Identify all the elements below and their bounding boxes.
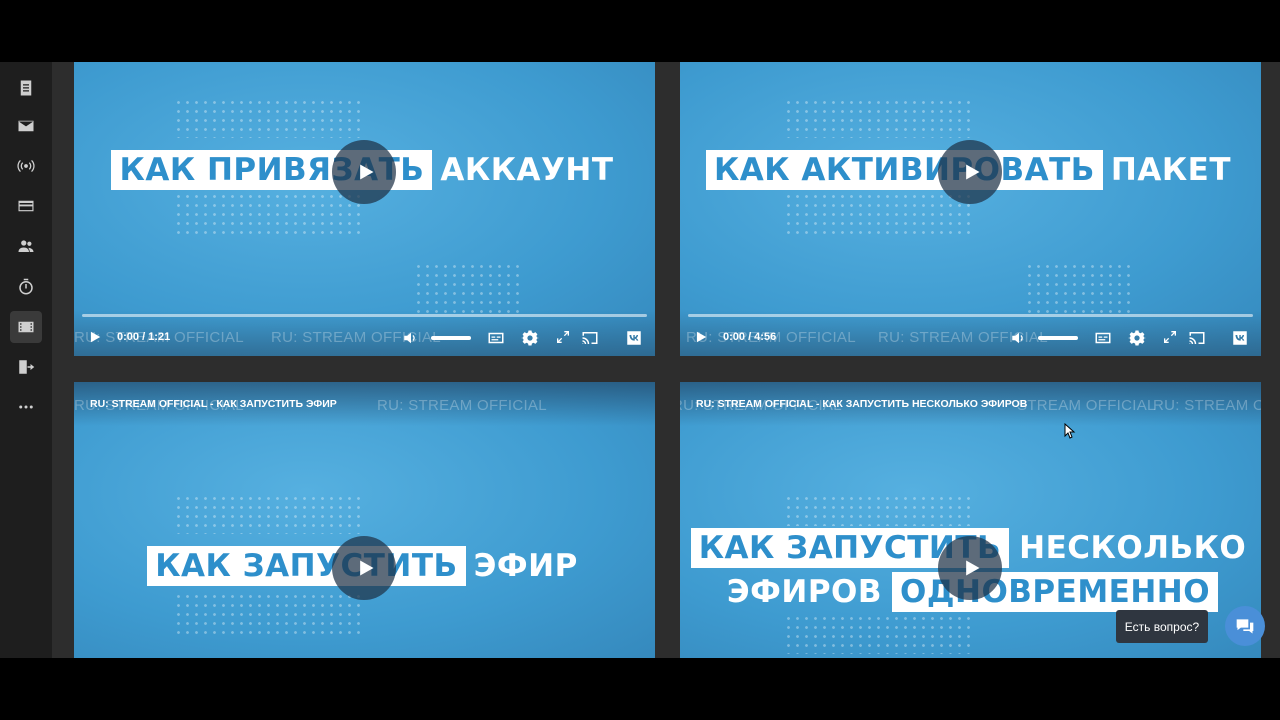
watermark: RU: STREAM OFFICIAL xyxy=(377,397,547,414)
title-text-2: ЭФИРОВ xyxy=(726,574,883,610)
settings-button[interactable] xyxy=(521,329,539,347)
cast-icon xyxy=(1189,332,1205,344)
video-player-1[interactable]: КАК ПРИВЯЗАТЬ АККАУНТ RU: STREAM OFFICIA… xyxy=(74,62,655,356)
fullscreen-icon xyxy=(1164,331,1176,343)
play-icon xyxy=(966,164,980,180)
play-icon xyxy=(696,331,707,343)
settings-button[interactable] xyxy=(1128,329,1146,347)
volume-icon xyxy=(404,332,415,344)
document-icon xyxy=(20,80,32,96)
time-display: 0:00 / 4:56 xyxy=(723,331,777,343)
sidebar-item-more[interactable] xyxy=(10,391,42,423)
title-text: ЭФИР xyxy=(473,548,578,584)
sidebar xyxy=(0,62,52,658)
play-overlay-button[interactable] xyxy=(332,536,396,600)
mail-icon xyxy=(18,120,34,132)
sidebar-item-logout[interactable] xyxy=(10,351,42,383)
sidebar-item-broadcast[interactable] xyxy=(10,150,42,182)
sidebar-item-videos[interactable] xyxy=(10,311,42,343)
play-button[interactable] xyxy=(694,330,708,344)
progress-bar[interactable] xyxy=(688,314,1253,317)
sidebar-item-timer[interactable] xyxy=(10,271,42,303)
chat-button[interactable] xyxy=(1225,606,1265,646)
watermark: RU: STREAM OF xyxy=(1153,397,1261,414)
mouse-cursor-icon xyxy=(1064,423,1076,439)
time-display: 0:00 / 1:21 xyxy=(117,331,171,343)
title-highlight: КАК ЗАПУСТИТЬ xyxy=(147,546,466,586)
subtitles-icon xyxy=(1095,332,1111,344)
chat-tooltip: Есть вопрос? xyxy=(1116,610,1208,643)
play-overlay-button[interactable] xyxy=(938,536,1002,600)
app-frame: КАК ПРИВЯЗАТЬ АККАУНТ RU: STREAM OFFICIA… xyxy=(0,62,1280,658)
exit-icon xyxy=(19,360,35,374)
gear-icon xyxy=(521,330,539,346)
vk-logo-button[interactable] xyxy=(1231,329,1249,347)
subtitles-button[interactable] xyxy=(1094,329,1112,347)
play-overlay-button[interactable] xyxy=(332,140,396,204)
vk-logo-button[interactable] xyxy=(625,329,643,347)
card-icon xyxy=(18,200,34,212)
cast-button[interactable] xyxy=(1188,329,1206,347)
timer-icon xyxy=(19,278,33,295)
progress-bar[interactable] xyxy=(82,314,647,317)
volume-slider[interactable] xyxy=(1038,336,1078,340)
vk-icon xyxy=(627,331,641,345)
volume-button[interactable] xyxy=(1010,329,1028,347)
sidebar-item-billing[interactable] xyxy=(10,190,42,222)
vk-icon xyxy=(1233,331,1247,345)
cast-icon xyxy=(582,332,598,344)
title-text: НЕСКОЛЬКО xyxy=(1019,530,1247,566)
play-overlay-button[interactable] xyxy=(938,140,1002,204)
sidebar-item-mail[interactable] xyxy=(10,110,42,142)
video-title: RU: STREAM OFFICIAL - КАК ЗАПУСТИТЬ ЭФИР xyxy=(90,398,337,410)
play-icon xyxy=(90,331,101,343)
video-player-3[interactable]: RU: STREAM OFFICIAL RU: STREAM OFFICIAL … xyxy=(74,382,655,658)
sidebar-item-users[interactable] xyxy=(10,230,42,262)
subtitles-icon xyxy=(488,332,504,344)
play-button[interactable] xyxy=(88,330,102,344)
main-content: КАК ПРИВЯЗАТЬ АККАУНТ RU: STREAM OFFICIA… xyxy=(52,62,1280,658)
play-icon xyxy=(966,560,980,576)
users-icon xyxy=(18,240,34,252)
chat-icon xyxy=(1236,619,1254,634)
gear-icon xyxy=(1128,330,1146,346)
cast-button[interactable] xyxy=(581,329,599,347)
video-title: RU: STREAM OFFICIAL - КАК ЗАПУСТИТЬ НЕСК… xyxy=(696,398,1028,410)
watermark: STREAM OFFICIAL xyxy=(1017,397,1156,414)
play-icon xyxy=(360,560,374,576)
sidebar-item-documents[interactable] xyxy=(10,72,42,104)
fullscreen-button[interactable] xyxy=(1162,329,1178,345)
more-icon xyxy=(19,405,33,409)
video-player-2[interactable]: КАК АКТИВИРОВАТЬ ПАКЕТ RU: STREAM OFFICI… xyxy=(680,62,1261,356)
volume-button[interactable] xyxy=(402,329,420,347)
volume-icon xyxy=(1012,332,1023,344)
subtitles-button[interactable] xyxy=(487,329,505,347)
volume-slider[interactable] xyxy=(431,336,471,340)
play-icon xyxy=(360,164,374,180)
title-text: АККАУНТ xyxy=(440,152,614,188)
video-icon xyxy=(18,321,34,333)
fullscreen-icon xyxy=(557,331,569,343)
fullscreen-button[interactable] xyxy=(555,329,571,345)
title-highlight: КАК АКТИВИРОВАТЬ xyxy=(705,150,1103,190)
title-text: ПАКЕТ xyxy=(1110,152,1232,188)
broadcast-icon xyxy=(17,160,35,172)
